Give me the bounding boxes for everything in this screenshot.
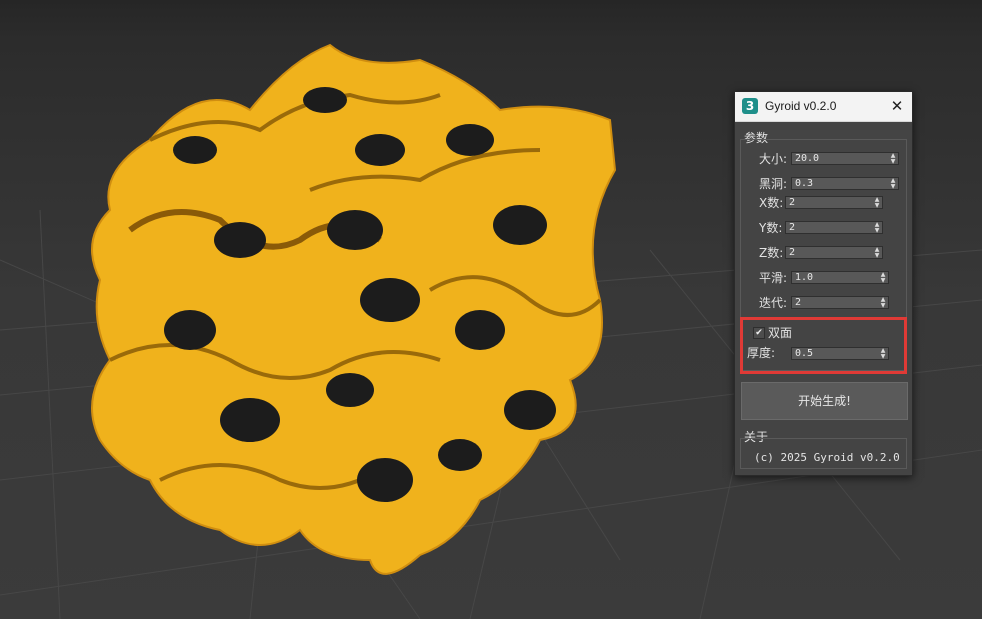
iterations-value[interactable]: 2 (795, 296, 801, 309)
about-text: (c) 2025 Gyroid v0.2.0 (754, 451, 900, 464)
iterations-spinner[interactable]: 2 ▲ ▼ (791, 296, 889, 309)
gyroid-dialog: 3 Gyroid v0.2.0 ✕ 参数 大小: 20.0 ▲ ▼ 黑洞: 0.3… (734, 91, 913, 476)
double-sided-checkbox[interactable]: ✔ (753, 327, 765, 339)
3dsmax-app-icon: 3 (742, 98, 758, 114)
x-count-value[interactable]: 2 (789, 196, 795, 209)
z-count-spinner-arrows-icon[interactable]: ▲ ▼ (872, 247, 882, 258)
thickness-label: 厚度: (747, 346, 776, 360)
iterations-spinner-arrows-icon[interactable]: ▲ ▼ (878, 297, 888, 308)
smooth-value[interactable]: 1.0 (795, 271, 813, 284)
dialog-title: Gyroid v0.2.0 (765, 99, 837, 113)
y-count-spinner-arrows-icon[interactable]: ▲ ▼ (872, 222, 882, 233)
x-count-label: X数: (759, 196, 784, 210)
dialog-titlebar[interactable]: 3 Gyroid v0.2.0 ✕ (735, 92, 912, 122)
thickness-spinner-arrows-icon[interactable]: ▲ ▼ (878, 348, 888, 359)
size-label: 大小: (759, 152, 788, 166)
z-count-label: Z数: (759, 246, 784, 260)
gyroid-mesh[interactable] (91, 43, 617, 575)
iterations-label: 迭代: (759, 296, 788, 310)
double-sided-label[interactable]: 双面 (768, 326, 792, 340)
smooth-spinner-arrows-icon[interactable]: ▲ ▼ (878, 272, 888, 283)
hole-label: 黑洞: (759, 177, 788, 191)
smooth-spinner[interactable]: 1.0 ▲ ▼ (791, 271, 889, 284)
generate-button[interactable]: 开始生成! (741, 382, 908, 420)
y-count-value[interactable]: 2 (789, 221, 795, 234)
size-spinner-arrows-icon[interactable]: ▲ ▼ (888, 153, 898, 164)
hole-value[interactable]: 0.3 (795, 177, 813, 190)
thickness-value[interactable]: 0.5 (795, 347, 813, 360)
thickness-spinner[interactable]: 0.5 ▲ ▼ (791, 347, 889, 360)
z-count-value[interactable]: 2 (789, 246, 795, 259)
close-button[interactable]: ✕ (886, 95, 908, 117)
y-count-label: Y数: (759, 221, 783, 235)
x-count-spinner-arrows-icon[interactable]: ▲ ▼ (872, 197, 882, 208)
hole-spinner-arrows-icon[interactable]: ▲ ▼ (888, 178, 898, 189)
x-count-spinner[interactable]: 2 ▲ ▼ (785, 196, 883, 209)
hole-spinner[interactable]: 0.3 ▲ ▼ (791, 177, 899, 190)
size-value[interactable]: 20.0 (795, 152, 819, 165)
y-count-spinner[interactable]: 2 ▲ ▼ (785, 221, 883, 234)
smooth-label: 平滑: (759, 271, 788, 285)
size-spinner[interactable]: 20.0 ▲ ▼ (791, 152, 899, 165)
z-count-spinner[interactable]: 2 ▲ ▼ (785, 246, 883, 259)
